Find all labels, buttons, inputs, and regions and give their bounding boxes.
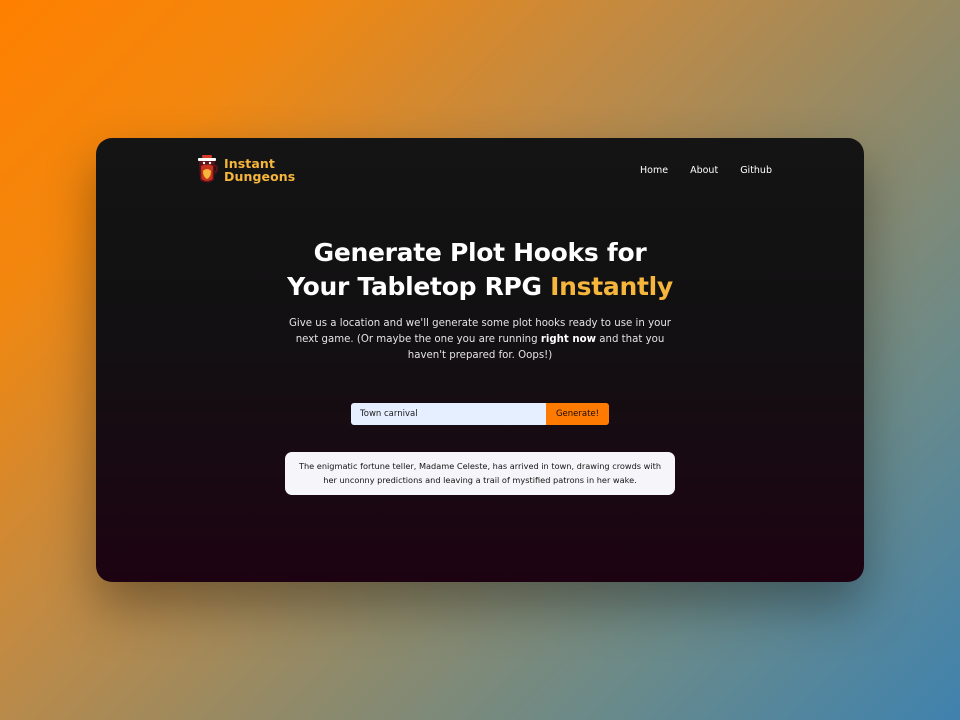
top-nav: Instant Dungeons Home About Github	[196, 152, 772, 188]
nav-link-github[interactable]: Github	[740, 165, 772, 176]
brand-name: Instant Dungeons	[224, 157, 295, 183]
plot-hook-result-card: The enigmatic fortune teller, Madame Cel…	[285, 452, 675, 495]
hero-title-line1: Generate Plot Hooks for	[313, 238, 647, 267]
dungeon-mug-logo-icon	[198, 155, 218, 183]
location-form: Generate!	[351, 403, 609, 425]
hero-title-line2-prefix: Your Tabletop RPG	[287, 272, 551, 301]
nav-link-home[interactable]: Home	[640, 165, 668, 176]
generate-button[interactable]: Generate!	[546, 403, 609, 425]
hero-title-accent: Instantly	[550, 272, 673, 301]
nav-link-about[interactable]: About	[690, 165, 718, 176]
plot-hook-text: The enigmatic fortune teller, Madame Cel…	[298, 461, 662, 485]
location-input[interactable]	[351, 403, 546, 425]
app-window: Instant Dungeons Home About Github Gener…	[96, 138, 864, 582]
brand-logo[interactable]: Instant Dungeons	[196, 154, 295, 186]
nav-links: Home About Github	[640, 165, 772, 176]
hero-subtitle-bold: right now	[540, 334, 596, 345]
hero-subtitle: Give us a location and we'll generate so…	[280, 316, 680, 364]
hero-title: Generate Plot Hooks for Your Tabletop RP…	[96, 236, 864, 304]
brand-name-line2: Dungeons	[224, 169, 296, 184]
